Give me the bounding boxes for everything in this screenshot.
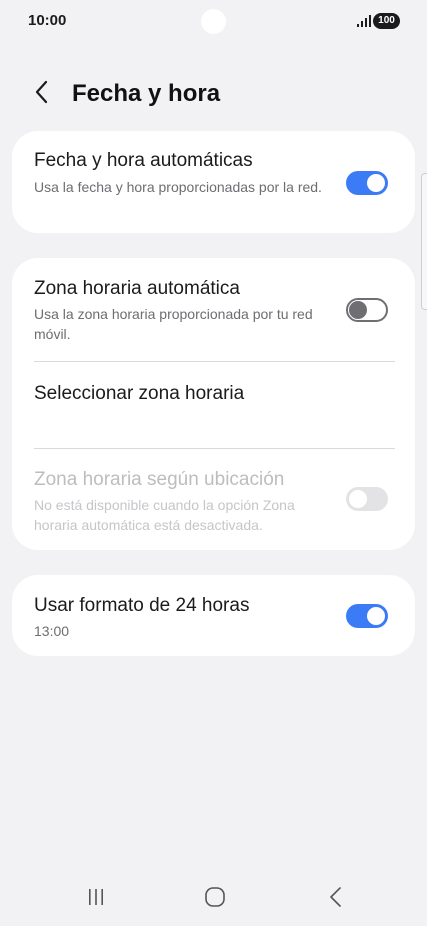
location-timezone-toggle (346, 487, 388, 511)
camera-cutout (201, 9, 226, 34)
card-auto-datetime: Fecha y hora automáticas Usa la fecha y … (12, 131, 415, 233)
card-timezone: Zona horaria automática Usa la zona hora… (12, 258, 415, 550)
location-timezone-row: Zona horaria según ubicación No está dis… (12, 449, 415, 550)
chevron-left-icon (34, 80, 50, 109)
format-24h-title: Usar formato de 24 horas (34, 595, 250, 616)
auto-datetime-title: Fecha y hora automáticas (34, 150, 253, 171)
toggle-knob (367, 174, 385, 192)
navigation-bar (0, 876, 427, 920)
header: Fecha y hora (0, 72, 427, 116)
format-24h-subtitle: 13:00 (34, 623, 70, 639)
toggle-knob (349, 490, 367, 508)
nav-back-button[interactable] (321, 886, 351, 912)
auto-datetime-row[interactable]: Fecha y hora automáticas Usa la fecha y … (12, 131, 415, 233)
card-24h-format: Usar formato de 24 horas 13:00 (12, 575, 415, 656)
toggle-knob (367, 607, 385, 625)
home-button[interactable] (200, 886, 230, 912)
select-timezone-title: Seleccionar zona horaria (34, 383, 245, 404)
toggle-knob (349, 301, 367, 319)
auto-timezone-toggle[interactable] (346, 298, 388, 322)
home-icon (204, 886, 226, 913)
scroll-indicator[interactable] (421, 173, 427, 310)
location-timezone-subtitle: No está disponible cuando la opción Zona… (34, 497, 295, 533)
auto-timezone-title: Zona horaria automática (34, 278, 240, 299)
back-button[interactable] (26, 78, 58, 110)
recents-icon (86, 887, 106, 912)
page-title: Fecha y hora (72, 80, 221, 107)
select-timezone-row[interactable]: Seleccionar zona horaria (12, 362, 415, 448)
auto-datetime-toggle[interactable] (346, 171, 388, 195)
format-24h-toggle[interactable] (346, 604, 388, 628)
auto-timezone-subtitle: Usa la zona horaria proporcionada por tu… (34, 306, 313, 342)
status-bar: 10:00 100 (0, 0, 427, 44)
battery-badge: 100 (373, 13, 400, 29)
auto-timezone-row[interactable]: Zona horaria automática Usa la zona hora… (12, 258, 415, 361)
signal-icon (356, 14, 372, 28)
format-24h-row[interactable]: Usar formato de 24 horas 13:00 (12, 575, 415, 656)
auto-datetime-subtitle: Usa la fecha y hora proporcionadas por l… (34, 179, 322, 195)
back-icon (328, 886, 344, 913)
status-time: 10:00 (28, 12, 67, 29)
location-timezone-title: Zona horaria según ubicación (34, 469, 285, 490)
recents-button[interactable] (81, 886, 111, 912)
